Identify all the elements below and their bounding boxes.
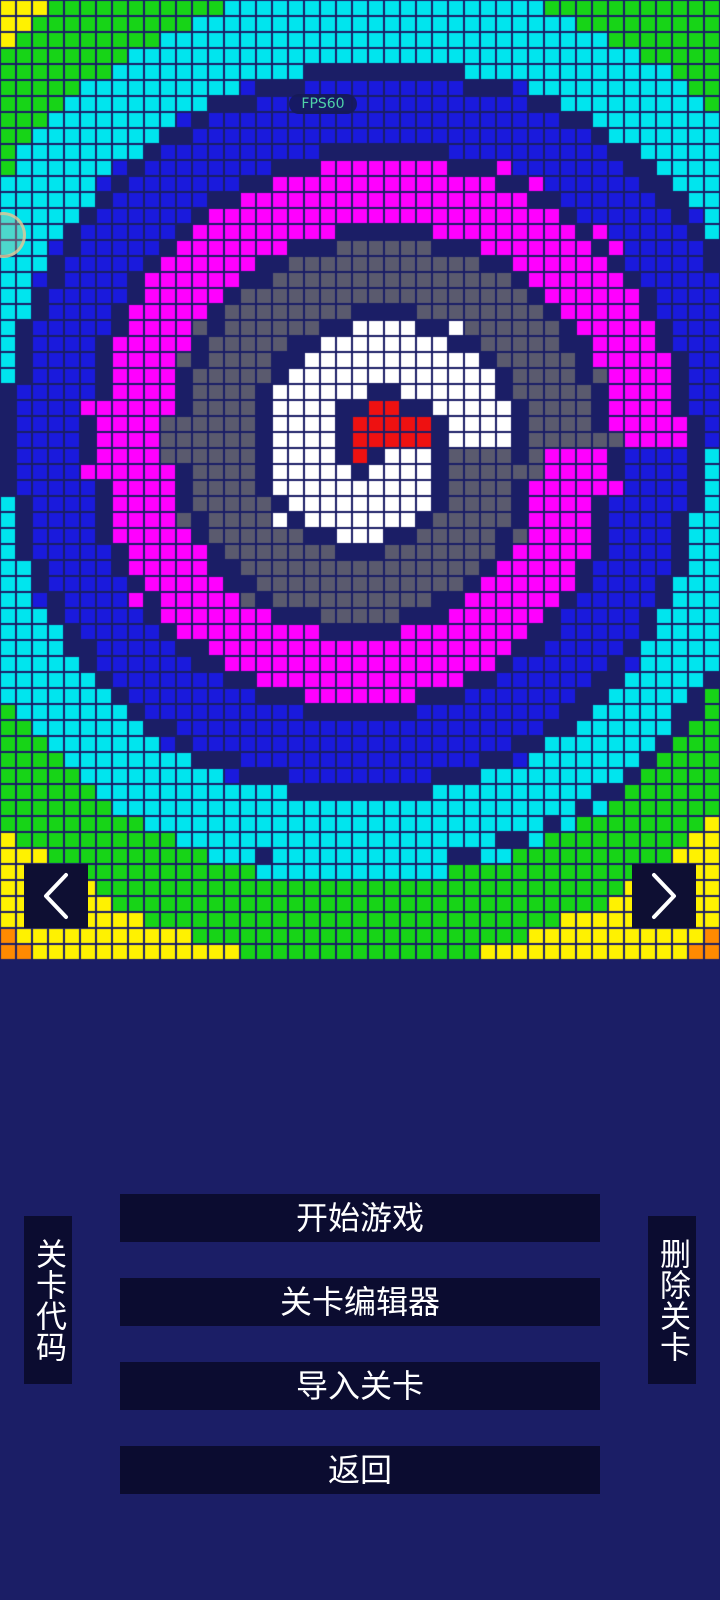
delete-level-button[interactable]: 删除关卡 [648, 1216, 696, 1384]
back-button[interactable]: 返回 [120, 1446, 600, 1494]
level-code-button[interactable]: 关卡代码 [24, 1216, 72, 1384]
previous-level-button[interactable] [24, 864, 88, 928]
fps-counter: FPS60 [289, 94, 357, 114]
level-select-screen: FPS60 开始游戏 关卡编辑器 导入关卡 返回 关卡代码 删除关卡 [0, 0, 720, 1600]
chevron-right-icon [652, 873, 676, 919]
level-preview-canvas [0, 0, 720, 960]
next-level-button[interactable] [632, 864, 696, 928]
start-game-button[interactable]: 开始游戏 [120, 1194, 600, 1242]
level-editor-button[interactable]: 关卡编辑器 [120, 1278, 600, 1326]
chevron-left-icon [44, 873, 68, 919]
import-level-button[interactable]: 导入关卡 [120, 1362, 600, 1410]
